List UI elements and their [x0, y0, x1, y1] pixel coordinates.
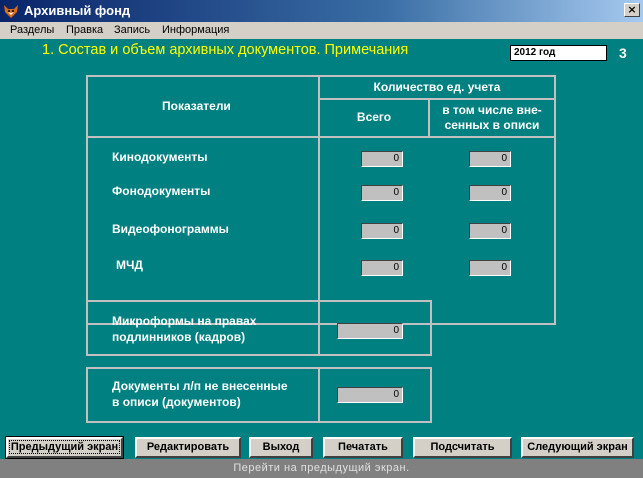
close-button[interactable]: × — [624, 3, 640, 17]
section-title: Состав и объем архивных документов. Прим… — [58, 42, 409, 58]
print-button[interactable]: Печатать — [323, 437, 403, 458]
title-bar: Архивный фонд × — [0, 0, 643, 22]
row-label-phono: Фонодокументы — [112, 184, 211, 198]
table-divider-group — [320, 98, 554, 100]
edit-button[interactable]: Редактировать — [135, 437, 241, 458]
window-title: Архивный фонд — [24, 3, 131, 18]
phono-total-field[interactable]: 0 — [361, 185, 403, 201]
year-field[interactable]: 2012 год — [510, 45, 607, 61]
column-included-label: в том числе вне- сенных в описи — [442, 103, 542, 132]
not-included-label: Документы л/п не внесенные в описи (доку… — [112, 379, 288, 409]
film-total-field[interactable]: 0 — [361, 151, 403, 167]
menu-item-record[interactable]: Запись — [114, 23, 150, 37]
row-label-film: Кинодокументы — [112, 150, 208, 164]
fox-app-icon — [4, 5, 18, 18]
form-area: 1. Состав и объем архивных документов. П… — [0, 39, 643, 478]
menu-bar: Разделы Правка Запись Информация — [0, 22, 643, 39]
microforms-divider — [318, 302, 320, 354]
section-number: 1. — [42, 42, 55, 58]
app-window: Архивный фонд × Разделы Правка Запись Ин… — [0, 0, 643, 478]
menu-item-sections[interactable]: Разделы — [10, 23, 54, 37]
phono-included-field[interactable]: 0 — [469, 185, 511, 201]
menu-item-edit[interactable]: Правка — [66, 23, 103, 37]
previous-screen-button[interactable]: Предыдущий экран — [5, 436, 124, 459]
menu-item-info[interactable]: Информация — [162, 23, 229, 37]
mchd-total-field[interactable]: 0 — [361, 260, 403, 276]
microforms-field[interactable]: 0 — [337, 323, 403, 339]
film-included-field[interactable]: 0 — [469, 151, 511, 167]
video-included-field[interactable]: 0 — [469, 223, 511, 239]
page-number: 3 — [619, 45, 627, 61]
table-divider-header — [88, 136, 554, 138]
column-total-label: Всего — [356, 110, 392, 124]
microforms-label: Микроформы на правах подлинников (кадров… — [112, 314, 257, 344]
row-label-video: Видеофонограммы — [112, 222, 229, 236]
video-total-field[interactable]: 0 — [361, 223, 403, 239]
not-included-divider — [318, 369, 320, 421]
close-icon: × — [627, 3, 637, 16]
calculate-button[interactable]: Подсчитать — [413, 437, 512, 458]
group-header-label: Количество ед. учета — [373, 80, 501, 94]
next-screen-button[interactable]: Следующий экран — [521, 437, 634, 458]
not-included-field[interactable]: 0 — [337, 387, 403, 403]
row-header-label: Показатели — [162, 99, 231, 113]
row-label-mchd: МЧД — [116, 258, 143, 272]
exit-button[interactable]: Выход — [249, 437, 313, 458]
page-title: 1. Состав и объем архивных документов. П… — [42, 41, 408, 59]
mchd-included-field[interactable]: 0 — [469, 260, 511, 276]
status-bar: Перейти на предыдущий экран. — [0, 459, 643, 478]
